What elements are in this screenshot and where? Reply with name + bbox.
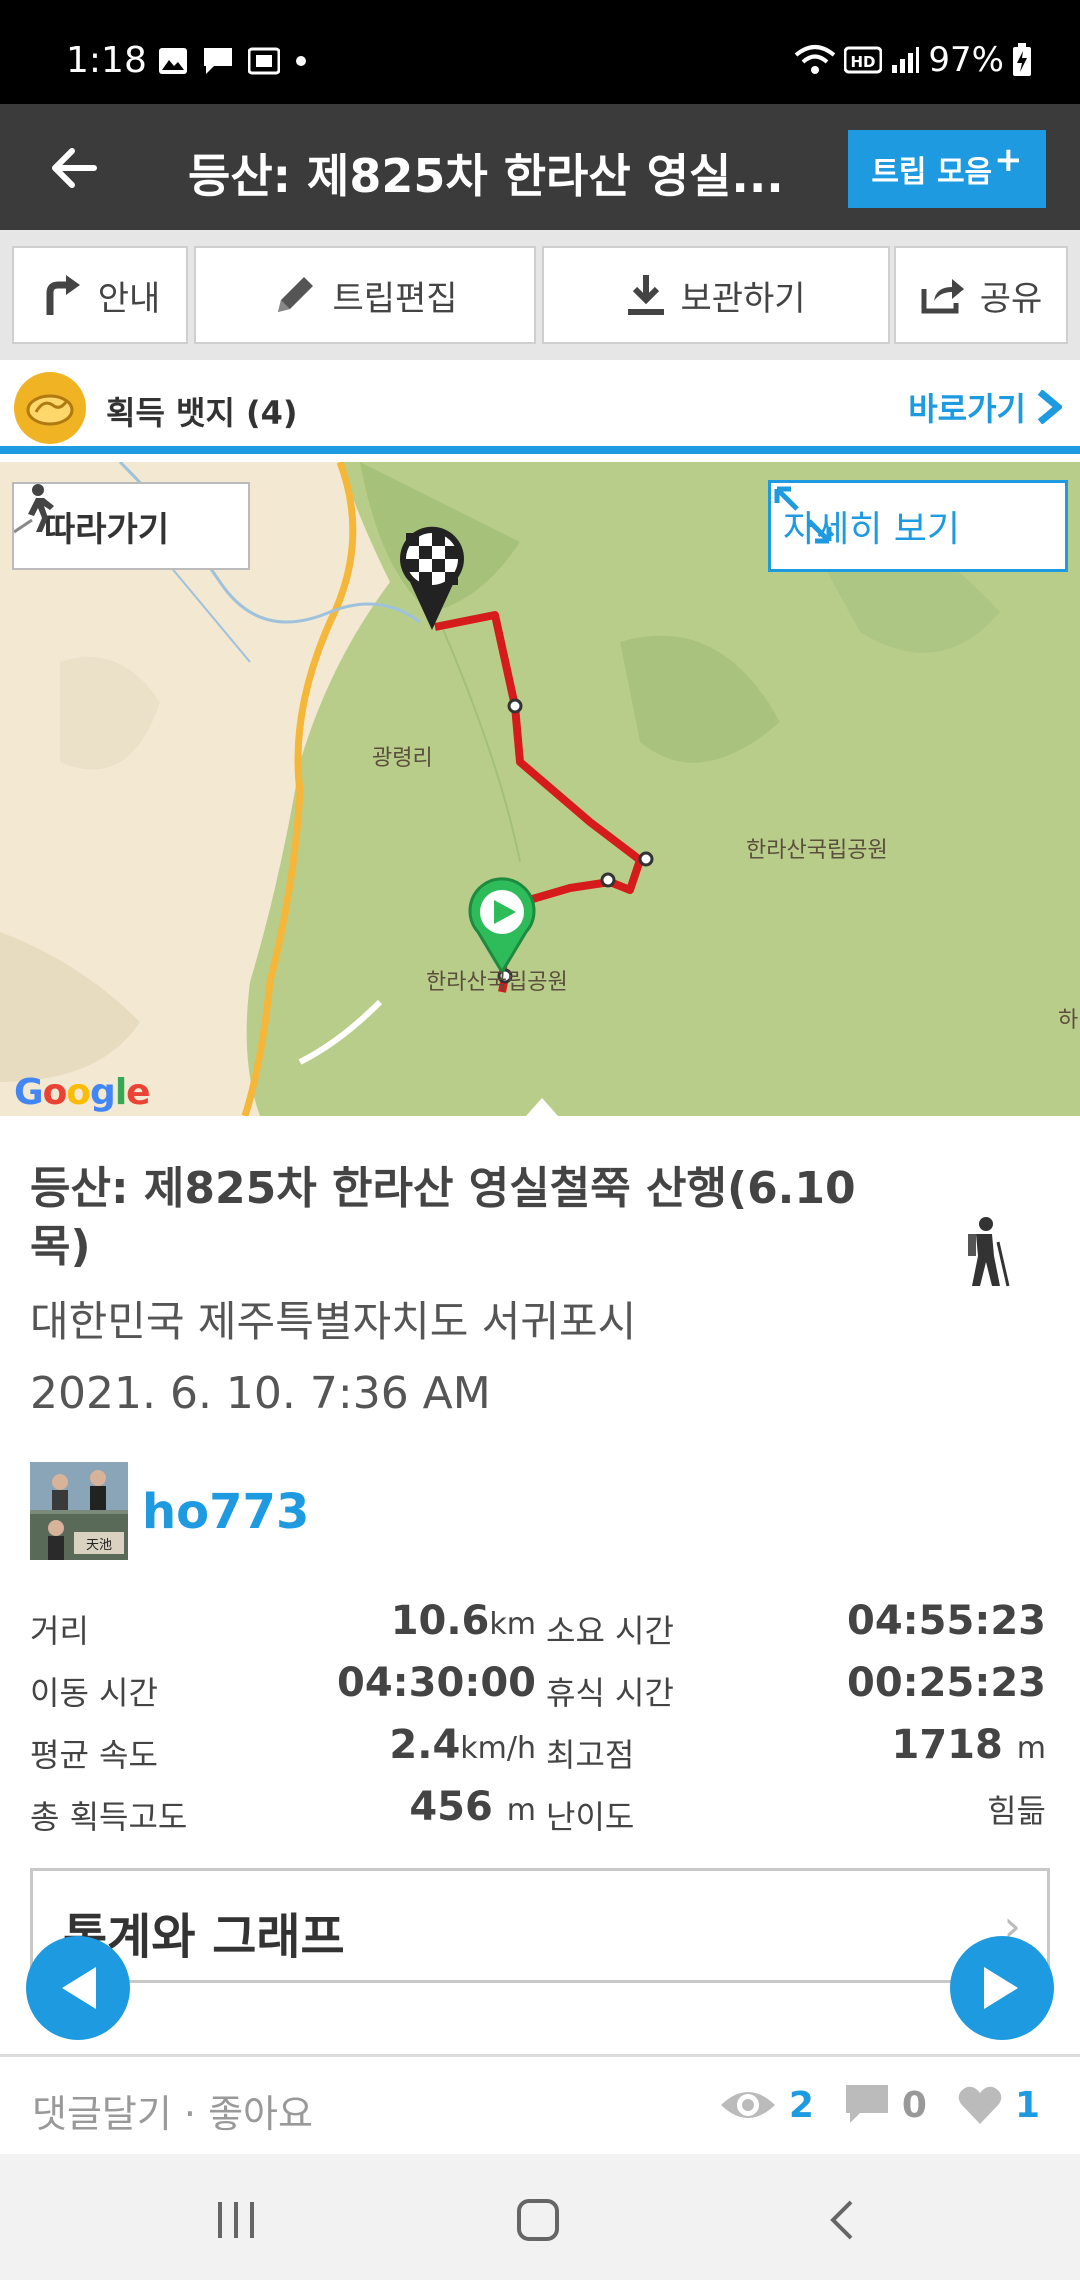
recent-apps-button[interactable] xyxy=(206,2190,266,2250)
trip-title: 등산: 제825차 한라산 영실철쭉 산행(6.10 목) xyxy=(30,1163,856,1272)
comment-like-link[interactable]: 댓글달기 · 좋아요 xyxy=(32,2083,313,2138)
dot-icon xyxy=(296,56,306,66)
duration-value: 04:55:23 xyxy=(847,1598,1046,1644)
download-icon xyxy=(628,275,665,315)
total-ascent-value: 456 m xyxy=(409,1784,536,1830)
battery-percent: 97% xyxy=(928,40,1004,80)
rest-time-value: 00:25:23 xyxy=(847,1660,1046,1706)
heart-icon[interactable] xyxy=(957,2084,1003,2126)
gallery-icon xyxy=(159,48,187,74)
signal-icon xyxy=(892,47,920,73)
comment-icon[interactable] xyxy=(844,2083,890,2127)
home-button[interactable] xyxy=(508,2190,568,2250)
badge-row[interactable]: 획득 뱃지 (4) 바로가기 xyxy=(0,360,1080,454)
stats-graph-button[interactable]: 통계와 그래프 › xyxy=(30,1868,1050,1984)
divider xyxy=(30,1980,1050,1983)
guide-label: 안내 xyxy=(97,278,161,319)
action-toolbar: 안내 트립편집 보관하기 공유 xyxy=(0,230,1080,360)
total-ascent-label: 총 획득고도 xyxy=(30,1798,188,1836)
page-title: 등산: 제825차 한라산 영실... xyxy=(188,149,784,203)
avatar[interactable]: 天池 xyxy=(30,1462,128,1560)
follow-button[interactable]: 따라가기 xyxy=(12,482,250,570)
map-label-park-bottom: 한라산국립공원 xyxy=(426,970,568,995)
edit-trip-label: 트립편집 xyxy=(332,278,458,319)
status-bar: 1:18 HD 97% xyxy=(0,0,1080,104)
walker-icon xyxy=(14,484,54,534)
save-button[interactable]: 보관하기 xyxy=(542,246,890,344)
next-trip-button[interactable] xyxy=(950,1936,1054,2040)
follow-label: 따라가기 xyxy=(44,509,170,550)
play-left-icon xyxy=(62,1967,96,2009)
share-icon xyxy=(921,279,964,314)
status-time: 1:18 xyxy=(66,40,147,81)
eye-icon xyxy=(720,2092,775,2118)
comments-count: 0 xyxy=(901,2084,927,2126)
views-count: 2 xyxy=(788,2084,814,2126)
google-logo: Google xyxy=(14,1072,151,1113)
arrow-left-icon xyxy=(52,148,97,188)
badges-shortcut-label: 바로가기 xyxy=(908,390,1026,428)
badges-label: 획득 뱃지 (4) xyxy=(106,394,298,432)
pencil-icon xyxy=(278,277,314,312)
badges-shortcut-link[interactable]: 바로가기 xyxy=(908,384,1062,430)
message-icon xyxy=(204,48,232,74)
prev-trip-button[interactable] xyxy=(26,1936,130,2040)
map-label-edge: 하 xyxy=(1058,1008,1079,1033)
waypoint-marker[interactable] xyxy=(600,872,616,888)
hiker-icon xyxy=(968,1217,1010,1287)
svg-text:HD: HD xyxy=(851,53,876,71)
likes-count: 1 xyxy=(1014,2084,1040,2126)
max-elevation-value: 1718 m xyxy=(891,1722,1047,1768)
share-label: 공유 xyxy=(979,278,1043,319)
moving-time-label: 이동 시간 xyxy=(30,1674,158,1712)
battery-charging-icon xyxy=(1013,43,1031,76)
back-nav-button[interactable] xyxy=(812,2190,872,2250)
difficulty-value: 힘듦 xyxy=(987,1792,1046,1830)
play-right-icon xyxy=(984,1967,1018,2009)
expand-icon xyxy=(774,486,832,544)
hd-icon: HD xyxy=(844,46,883,74)
duration-label: 소요 시간 xyxy=(546,1612,674,1650)
system-navigation-bar xyxy=(0,2154,1080,2280)
trip-datetime: 2021. 6. 10. 7:36 AM xyxy=(30,1368,491,1419)
distance-label: 거리 xyxy=(30,1612,89,1650)
distance-value: 10.6km xyxy=(390,1598,536,1644)
max-elevation-label: 최고점 xyxy=(546,1736,635,1774)
detail-view-button[interactable]: 자세히 보기 xyxy=(768,480,1068,572)
avg-speed-label: 평균 속도 xyxy=(30,1736,158,1774)
edit-trip-button[interactable]: 트립편집 xyxy=(194,246,536,344)
waypoint-marker[interactable] xyxy=(638,851,654,867)
svg-text:天池: 天池 xyxy=(86,1538,112,1553)
footer-bar: 댓글달기 · 좋아요 2 0 1 xyxy=(0,2054,1080,2154)
home-icon xyxy=(517,2199,559,2241)
guide-button[interactable]: 안내 xyxy=(12,246,188,344)
app-bar: 등산: 제825차 한라산 영실... 트립 모음 + xyxy=(0,104,1080,230)
chevron-right-icon xyxy=(1037,390,1062,424)
map-label-park: 한라산국립공원 xyxy=(746,838,888,863)
trip-collection-button[interactable]: 트립 모음 + xyxy=(848,130,1046,208)
wifi-icon xyxy=(795,45,836,74)
turn-right-icon xyxy=(46,275,80,315)
waypoint-marker[interactable] xyxy=(507,698,523,714)
rest-time-label: 휴식 시간 xyxy=(546,1674,674,1712)
trip-location: 대한민국 제주특별자치도 서귀포시 xyxy=(30,1297,637,1346)
badge-medal-icon xyxy=(14,372,86,444)
save-label: 보관하기 xyxy=(680,278,806,319)
back-nav-icon xyxy=(830,2200,853,2240)
difficulty-label: 난이도 xyxy=(546,1798,635,1836)
recent-apps-icon xyxy=(218,2202,254,2238)
map-label-village: 광령리 xyxy=(372,746,433,771)
trip-collection-label: 트립 모음 xyxy=(871,155,993,190)
moving-time-value: 04:30:00 xyxy=(337,1660,536,1706)
plus-icon: + xyxy=(994,140,1023,180)
notification-app-icon xyxy=(248,47,280,75)
username-link[interactable]: ho773 xyxy=(142,1484,309,1540)
back-button[interactable] xyxy=(40,134,108,202)
route-map[interactable]: 광령리 한라산국립공원 한라산국립공원 하 따라가기 자세히 보기 Google xyxy=(0,462,1080,1116)
share-button[interactable]: 공유 xyxy=(894,246,1068,344)
avg-speed-value: 2.4km/h xyxy=(389,1722,536,1768)
